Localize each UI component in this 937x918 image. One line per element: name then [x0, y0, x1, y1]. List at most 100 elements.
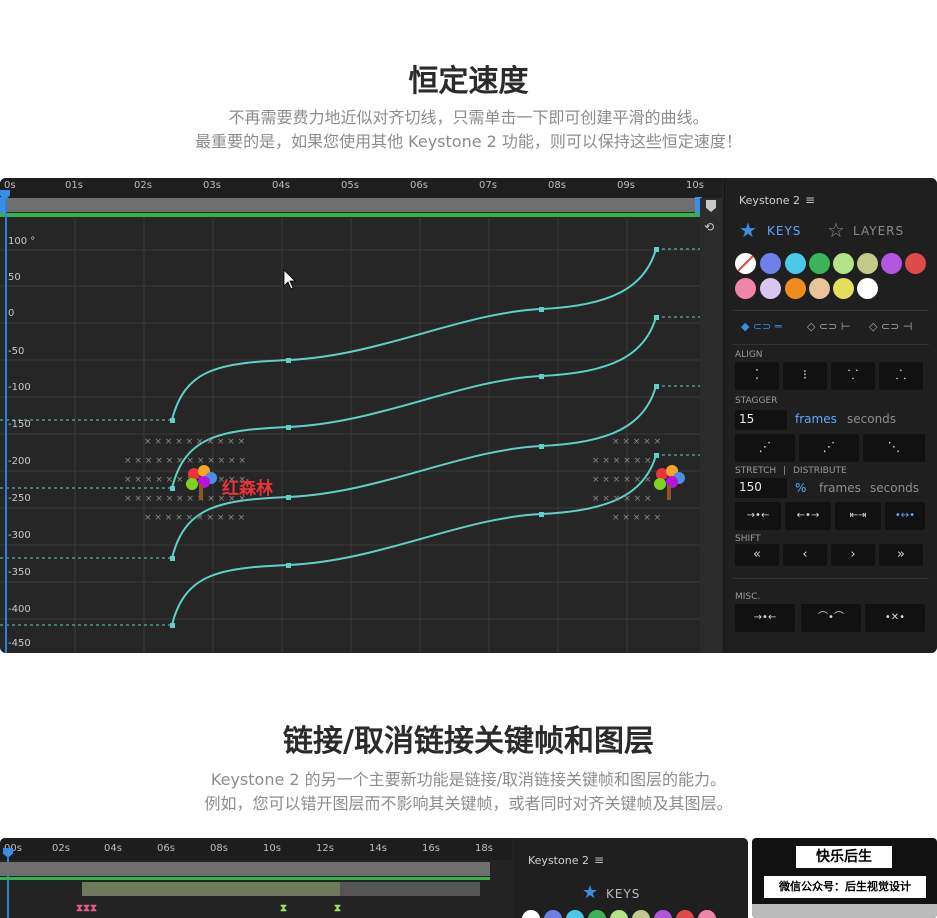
badge-strip — [752, 904, 937, 918]
tab-keys[interactable]: ★ KEYS — [739, 218, 819, 242]
stagger-input[interactable]: 15 — [735, 410, 787, 430]
color-swatch[interactable] — [785, 278, 806, 299]
keyframe — [170, 556, 175, 561]
swatch-none[interactable] — [735, 253, 756, 274]
link-mode-keys-linked[interactable]: ◆ ⊂⊃ ═ — [741, 320, 782, 333]
keyframe-icon[interactable]: ⧗ — [280, 903, 287, 914]
align-bottom-button[interactable]: ⸫ — [879, 362, 923, 390]
color-swatch[interactable] — [833, 278, 854, 299]
color-swatch[interactable] — [857, 253, 878, 274]
graph-editor-window: 0s 01s 02s 03s 04s 05s 06s 07s 08s 09s 1… — [0, 178, 937, 653]
ruler-tick: 08s — [210, 843, 228, 854]
x-mark: × × × × × × × × × × — [144, 513, 245, 523]
time-ruler-2[interactable]: 00s 02s 04s 06s 08s 10s 12s 14s 16s 18s — [0, 838, 512, 860]
link-mode-layers-unlinked[interactable]: ◇ ⊂⊃ ⊣ — [869, 320, 912, 333]
render-bar — [0, 877, 490, 880]
color-swatch[interactable] — [809, 278, 830, 299]
keyframe — [539, 374, 544, 379]
tab-layers[interactable]: ☆ LAYERS — [827, 218, 927, 242]
align-center-button[interactable]: ⁝ — [783, 362, 827, 390]
section-desc-line1: 不再需要费力地近似对齐切线，只需单击一下即可创建平滑的曲线。 — [228, 108, 709, 127]
ruler-tick: 08s — [548, 180, 566, 191]
keyframe — [654, 247, 659, 252]
work-area-bar[interactable] — [0, 198, 700, 212]
ruler-tick: 16s — [422, 843, 440, 854]
stretch-seconds-option[interactable]: seconds — [870, 481, 919, 495]
stretch-distribute-label: STRETCH | DISTRIBUTE — [735, 466, 847, 476]
color-swatch[interactable] — [833, 253, 854, 274]
layer-bar-dim[interactable] — [340, 882, 480, 896]
shift-prev-button[interactable]: ‹ — [783, 544, 827, 566]
keystone-panel-2: Keystone 2 ≡ ★ KEYS — [514, 838, 748, 918]
misc-button-1[interactable]: →•← — [735, 604, 795, 632]
misc-label: MISC. — [735, 592, 761, 602]
stretch-label: STRETCH — [735, 466, 777, 476]
time-ruler[interactable]: 0s 01s 02s 03s 04s 05s 06s 07s 08s 09s 1… — [0, 178, 722, 198]
stretch-button-3[interactable]: ⇤⇥ — [835, 502, 881, 530]
keyframe — [654, 453, 659, 458]
vertical-scroll-area[interactable]: ⟲ — [700, 198, 722, 653]
color-swatch-row[interactable] — [522, 910, 716, 918]
align-label: ALIGN — [735, 350, 763, 360]
stretch-input[interactable]: 150 — [735, 478, 787, 498]
color-swatch[interactable] — [760, 253, 781, 274]
stretch-frames-option[interactable]: frames — [819, 481, 861, 495]
ruler-tick: 06s — [410, 180, 428, 191]
tab-layers-label: LAYERS — [853, 224, 905, 238]
stretch-value: 150 — [739, 480, 762, 494]
y-axis-label: -100 — [8, 382, 31, 393]
shift-next-button[interactable]: › — [831, 544, 875, 566]
stagger-mode-2-button[interactable]: ⋰ — [799, 434, 859, 462]
stagger-mode-3-button[interactable]: ⋱ — [863, 434, 925, 462]
color-swatch[interactable] — [735, 278, 756, 299]
snap-icon[interactable]: ⟲ — [704, 220, 714, 234]
graph-area[interactable]: × × × × × × × × × × × × × × × × × × × × … — [0, 218, 700, 653]
hamburger-icon[interactable]: ≡ — [805, 193, 815, 207]
shift-last-button[interactable]: » — [879, 544, 923, 566]
distribute-button[interactable]: •↔• — [885, 502, 925, 530]
ruler-tick: 07s — [479, 180, 497, 191]
panel-title: Keystone 2 — [739, 194, 800, 207]
color-swatch[interactable] — [881, 253, 902, 274]
ruler-tick: 14s — [369, 843, 387, 854]
keyframe — [170, 418, 175, 423]
misc-button-3[interactable]: •✕• — [865, 604, 925, 632]
color-swatch[interactable] — [809, 253, 830, 274]
keyframe — [539, 512, 544, 517]
stretch-button-1[interactable]: →•← — [735, 502, 781, 530]
hamburger-icon[interactable]: ≡ — [594, 853, 604, 867]
stagger-frames-option[interactable]: frames — [795, 412, 837, 426]
badge-top-text: 快乐后生 — [796, 846, 892, 868]
keyframe-group-icon[interactable]: ⧗⧗⧗ — [76, 903, 97, 914]
ruler-tick: 0s — [4, 180, 16, 191]
shift-first-button[interactable]: « — [735, 544, 779, 566]
link-mode-keys-unlinked[interactable]: ◇ ⊂⊃ ⊢ — [807, 320, 850, 333]
tab-keys-label[interactable]: KEYS — [606, 887, 640, 901]
keystone-panel: Keystone 2 ≡ ★ KEYS ☆ LAYERS ◆ ⊂⊃ ═ ◇ ⊂⊃… — [724, 178, 937, 653]
stretch-percent-option[interactable]: % — [795, 481, 806, 495]
color-swatch[interactable] — [905, 253, 926, 274]
ruler-tick: 04s — [104, 843, 122, 854]
graph-svg[interactable]: × × × × × × × × × × × × × × × × × × × × … — [0, 218, 700, 653]
misc-button-2[interactable]: ⌒•⌒ — [801, 604, 861, 632]
divider — [733, 344, 929, 345]
keyframe — [286, 563, 291, 568]
stagger-seconds-option[interactable]: seconds — [847, 412, 896, 426]
color-swatch[interactable] — [760, 278, 781, 299]
stretch-button-2[interactable]: ←•→ — [785, 502, 831, 530]
color-swatch[interactable] — [857, 278, 878, 299]
align-left-button[interactable]: ⁚ — [735, 362, 779, 390]
keyframe-icon[interactable]: ⧗ — [334, 903, 341, 914]
y-axis-label: -200 — [8, 456, 31, 467]
color-swatch[interactable] — [785, 253, 806, 274]
align-top-button[interactable]: ⸪ — [831, 362, 875, 390]
distribute-label: DISTRIBUTE — [792, 466, 847, 476]
watermark-tree-icon — [652, 464, 686, 500]
ruler-tick: 02s — [134, 180, 152, 191]
marker-icon[interactable] — [706, 200, 716, 212]
keyframe — [539, 307, 544, 312]
shift-label: SHIFT — [735, 534, 761, 544]
stagger-mode-1-button[interactable]: ⋰ — [735, 434, 795, 462]
work-area-bar[interactable] — [0, 862, 490, 876]
playhead-line[interactable] — [5, 192, 7, 653]
